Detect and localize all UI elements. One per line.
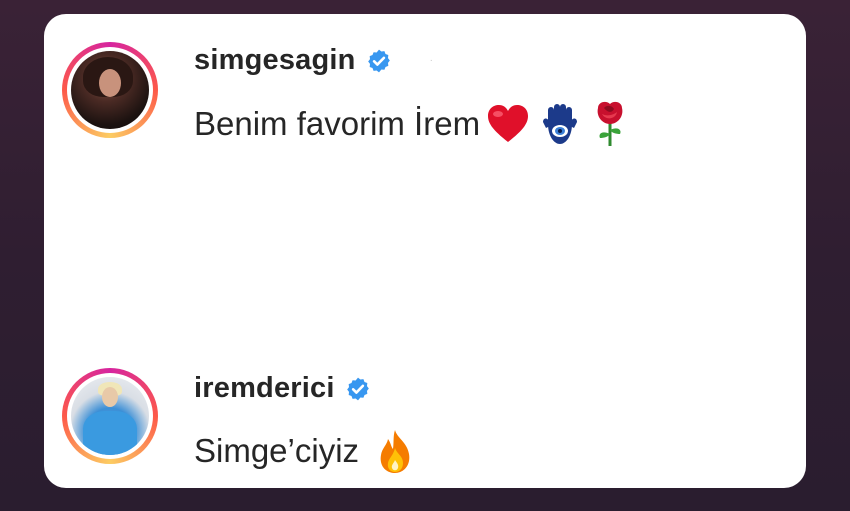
separator-dot: ·: [429, 55, 433, 66]
avatar[interactable]: [71, 51, 149, 129]
rose-icon: [597, 101, 623, 146]
username-row: iremderici: [194, 372, 371, 405]
comment-body: Benim favorim İrem: [194, 100, 630, 148]
hamsa-icon: [543, 104, 578, 144]
story-ring[interactable]: [62, 368, 158, 464]
verified-badge-icon: [346, 377, 369, 400]
avatar[interactable]: [71, 377, 149, 455]
comments-card: simgesagin · Benim favorim İrem iremderi…: [44, 14, 806, 488]
verified-badge-icon: [367, 49, 390, 72]
comment-text: Simge’ciyiz: [194, 432, 360, 469]
story-ring[interactable]: [62, 42, 158, 138]
username-link[interactable]: iremderici: [194, 372, 335, 405]
red-heart-icon: [488, 105, 529, 142]
username-row: simgesagin ·: [194, 44, 433, 77]
username-link[interactable]: simgesagin: [194, 44, 356, 77]
fire-icon: [380, 430, 410, 473]
comment-body: Simge’ciyiz: [194, 428, 415, 474]
comment-text: Benim favorim İrem: [194, 105, 481, 142]
